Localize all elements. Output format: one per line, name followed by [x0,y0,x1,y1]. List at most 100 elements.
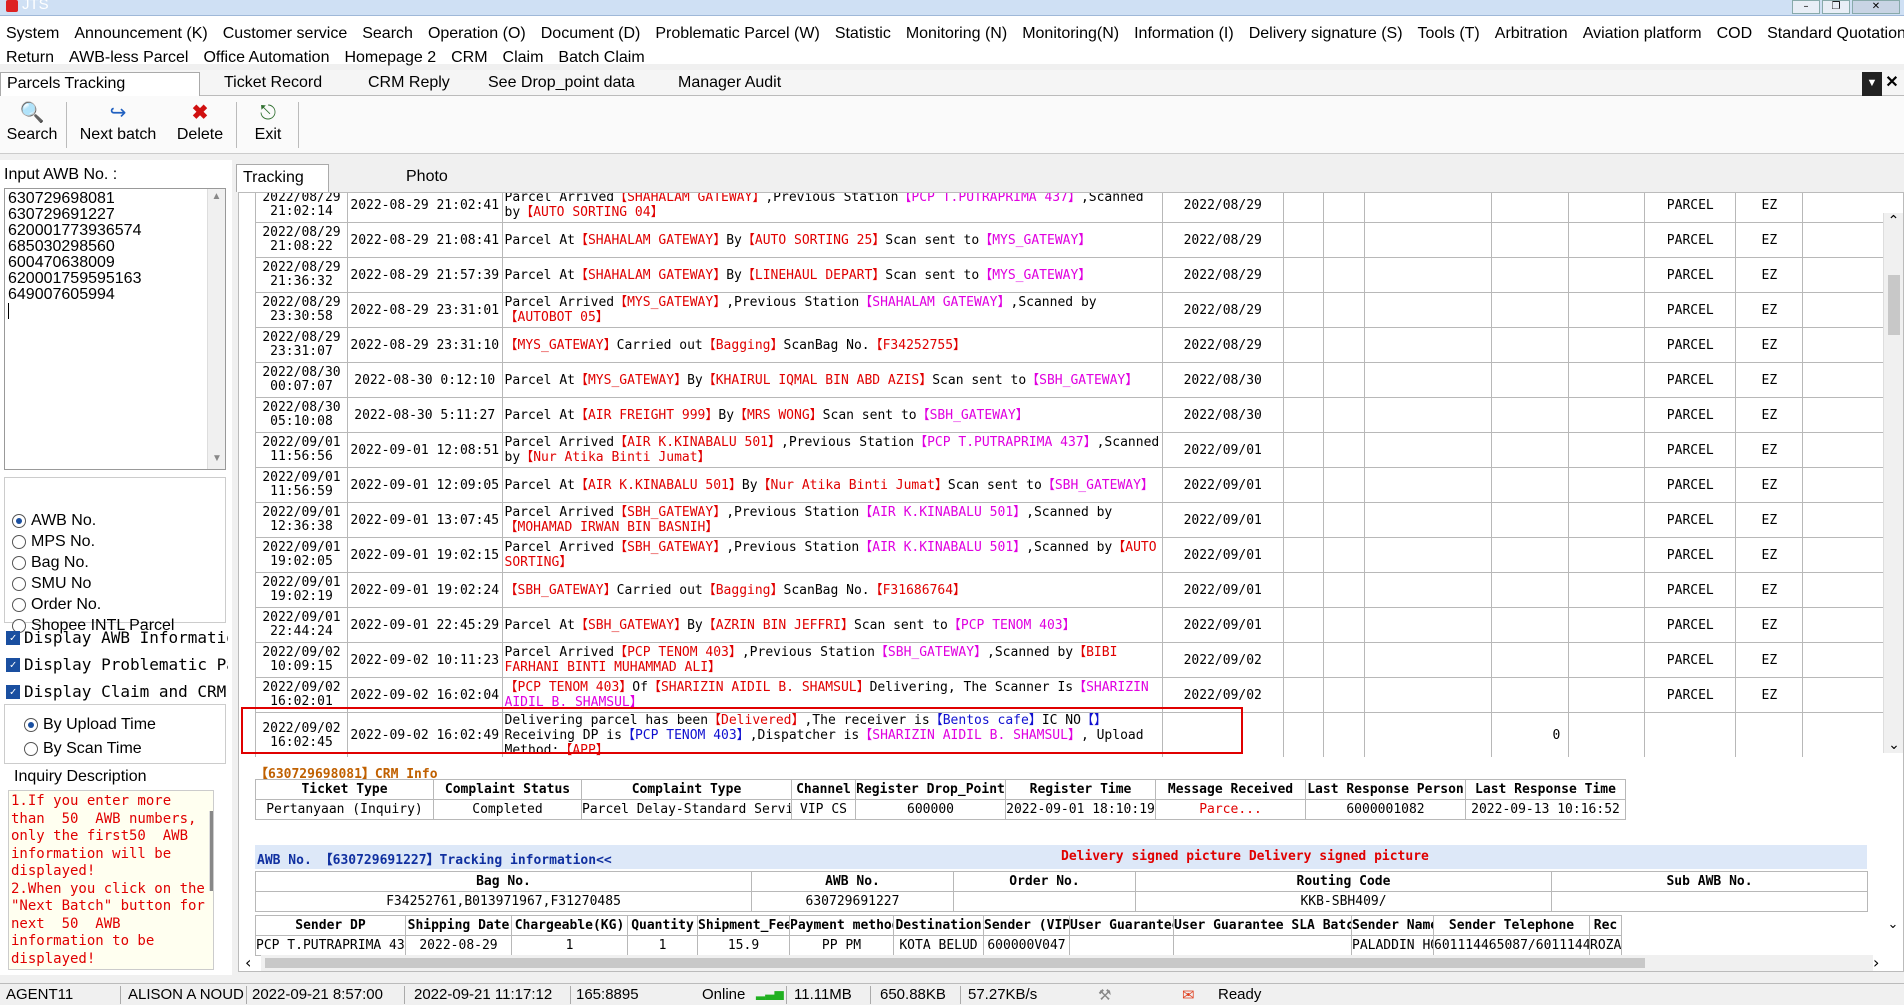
tab-ticket-record[interactable]: Ticket Record [218,72,322,96]
tracking-row[interactable]: 2022/08/29 23:31:07 2022-08-29 23:31:10 【MY… [255,327,1903,363]
checkbox-display-claim-and-crm-info[interactable]: ✓ Display Claim and CRM Info [6,682,228,701]
tracking-row[interactable]: 2022/08/29 21:08:22 2022-08-29 21:08:41 Par… [255,222,1903,258]
radio-by-upload-time[interactable]: By Upload Time [24,716,156,734]
tab-tracking-information[interactable]: Tracking information [236,164,330,212]
menu-delivery-signature-s[interactable]: Delivery signature (S) [1243,22,1412,46]
service-cell: EZ [1735,257,1804,293]
radio-circle-icon [12,577,26,591]
search-button[interactable]: 🔍 Search [4,100,60,150]
input-awb-label: Input AWB No. : [4,166,118,183]
awb-data-row[interactable]: F34252761,B013971967,F31270485 6307296912… [255,891,1868,912]
scroll-down-icon[interactable]: ▼ [208,451,226,467]
menu-return[interactable]: Return [0,46,63,70]
radio-by-scan-time[interactable]: By Scan Time [24,740,142,758]
tracking-row[interactable]: 2022/09/01 11:56:56 2022-09-01 12:08:51 Par… [255,432,1903,468]
awb-input-textarea[interactable]: 630729698081 630729691227 620001773936574 6… [4,188,226,470]
count-cell [1491,572,1570,608]
desc-scrollbar[interactable] [209,811,213,891]
tracking-row[interactable]: 2022/09/01 19:02:05 2022-09-01 19:02:15 Par… [255,537,1903,573]
empty-cell [1363,292,1493,328]
checkbox-display-problematic-parcel[interactable]: ✓ Display Problematic Parcel [6,655,228,674]
radio-awb-no[interactable]: AWB No. [12,512,96,530]
tracking-row[interactable]: 2022/08/29 23:30:58 2022-08-29 23:31:01 Par… [255,292,1903,328]
tabs-close-all-icon[interactable]: ✕ [1882,72,1902,96]
mail-icon[interactable]: ✉ [1182,986,1195,1004]
menu-document-d[interactable]: Document (D) [535,22,650,46]
description-segment: ,Previous Station [765,192,899,205]
menu-cod[interactable]: COD [1711,22,1762,46]
status-bar: AGENT11 ALISON A NOUD 2022-09-21 8:57:00… [0,983,1904,1005]
scan-date: 2022/08/29 [262,295,341,310]
scroll-up-icon[interactable]: ▲ [208,189,225,205]
description-segment: By [741,477,758,493]
description-segment: Parcel Arrived [504,645,615,660]
close-icon[interactable]: ✕ [1852,0,1900,14]
tracking-row[interactable]: 2022/08/30 05:10:08 2022-08-30 5:11:27 Parc… [255,397,1903,433]
menu-awb-less-parcel[interactable]: AWB-less Parcel [63,46,197,70]
awb-scrollbar[interactable]: ▲ ▼ [207,189,225,469]
tab-parcels-tracking-inquiry[interactable]: Parcels Tracking Inquiry✕ [0,72,200,114]
tab-manager-audit[interactable]: Manager Audit [672,72,781,96]
scan-time-cell: 2022/09/01 12:36:38 [255,502,348,538]
service-cell: EZ [1735,467,1804,503]
awb-detail-header-cell: Chargeable(KG) [511,915,628,936]
scroll-thumb[interactable] [265,958,1645,968]
tab-see-drop-point-data[interactable]: See Drop_point data [482,72,635,96]
scroll-left-icon[interactable]: ‹ [245,953,251,971]
tab-crm-reply[interactable]: CRM Reply [362,72,450,96]
menu-office-automation[interactable]: Office Automation [197,46,338,70]
tracking-row[interactable]: 2022/09/02 10:09:15 2022-09-02 10:11:23 Par… [255,642,1903,678]
scroll-right-icon[interactable]: › [1873,953,1879,971]
menu-announcement-k[interactable]: Announcement (K) [68,22,216,46]
tracking-row[interactable]: 2022/09/01 19:02:19 2022-09-01 19:02:24 【SB… [255,572,1903,608]
menu-arbitration[interactable]: Arbitration [1489,22,1577,46]
crm-data-row[interactable]: Pertanyaan (Inquiry) Completed Parcel Dela… [255,799,1626,820]
scroll-thumb[interactable] [1888,275,1900,335]
tracking-row[interactable]: 2022/09/01 12:36:38 2022-09-01 13:07:45 Par… [255,502,1903,538]
menu-information-i[interactable]: Information (I) [1128,22,1243,46]
service-cell: EZ [1735,537,1804,573]
delivery-signed-picture-link[interactable]: Delivery signed picture Delivery signed … [1061,849,1429,864]
menu-system[interactable]: System [0,22,68,46]
menu-monitoring-n[interactable]: Monitoring (N) [900,22,1016,46]
horizontal-scrollbar[interactable]: ‹ › [245,953,1879,971]
menu-statistic[interactable]: Statistic [829,22,900,46]
radio-mps-no[interactable]: MPS No. [12,533,95,551]
tab-list-chevron-icon[interactable]: ▼ [1862,72,1882,96]
menu-monitoring-n[interactable]: Monitoring(N) [1016,22,1128,46]
tracking-row[interactable]: 2022/08/29 21:36:32 2022-08-29 21:57:39 Par… [255,257,1903,293]
tracking-information-link[interactable]: Tracking information<< [440,853,612,868]
menu-tools-t[interactable]: Tools (T) [1412,22,1489,46]
menu-homepage-2[interactable]: Homepage 2 [338,46,445,70]
tracking-scrollbar[interactable]: ⌃ ⌄ [1883,213,1903,753]
tab-photo-information[interactable]: Photo information [400,164,491,211]
menu-crm[interactable]: CRM [445,46,496,70]
tracking-row[interactable]: 2022/09/01 11:56:59 2022-09-01 12:09:05 Par… [255,467,1903,503]
scroll-down-icon[interactable]: ⌄ [1883,917,1903,932]
menu-search[interactable]: Search [356,22,422,46]
scroll-down-icon[interactable]: ⌄ [1884,737,1903,753]
restore-icon[interactable]: ❐ [1822,0,1850,14]
menu-batch-claim[interactable]: Batch Claim [552,46,653,70]
radio-order-no[interactable]: Order No. [12,596,101,614]
radio-bag-no[interactable]: Bag No. [12,554,89,572]
delete-button[interactable]: ✖ Delete [172,100,228,150]
checkbox-display-awb-information[interactable]: ✓ Display AWB Information [6,628,228,647]
awb-detail-data-row[interactable]: PCP T.PUTRAPRIMA 437 2022-08-29 1 1 15.9 PP P… [255,935,1622,956]
tracking-row[interactable]: 2022/08/29 21:02:14 2022-08-29 21:02:41 Par… [255,192,1903,223]
next-batch-button[interactable]: ↪ Next batch [76,100,160,150]
menu-customer-service[interactable]: Customer service [217,22,356,46]
menu-operation-o[interactable]: Operation (O) [422,22,535,46]
menu-claim[interactable]: Claim [497,46,553,70]
minimize-icon[interactable]: – [1792,0,1820,14]
menu-problematic-parcel-w[interactable]: Problematic Parcel (W) [649,22,828,46]
empty-cell [1323,292,1365,328]
radio-smu-no[interactable]: SMU No [12,575,91,593]
tracking-row[interactable]: 2022/09/01 22:44:24 2022-09-01 22:45:29 Par… [255,607,1903,643]
menu-standard-quotation-inquiry[interactable]: Standard Quotation Inquiry [1761,22,1904,46]
scroll-up-icon[interactable]: ⌃ [1884,213,1903,229]
crm-cell: Completed [433,799,582,820]
menu-aviation-platform[interactable]: Aviation platform [1577,22,1711,46]
exit-button[interactable]: ⎋ Exit [248,100,288,150]
tracking-row[interactable]: 2022/08/30 00:07:07 2022-08-30 0:12:10 Parc… [255,362,1903,398]
